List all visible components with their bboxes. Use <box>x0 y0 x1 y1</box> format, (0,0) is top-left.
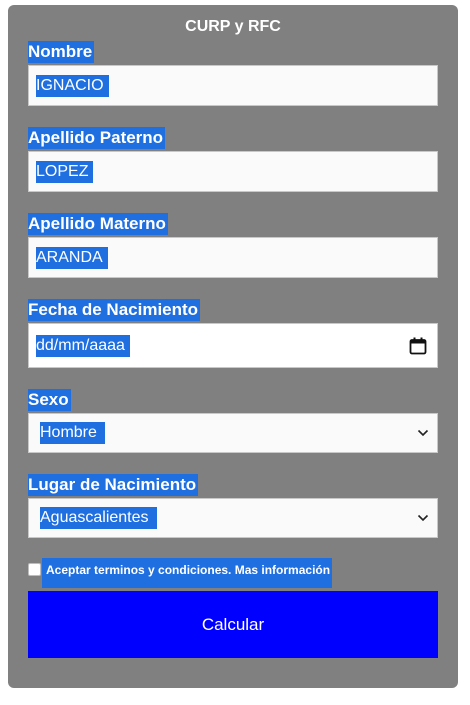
lugar-nacimiento-selected-value: Aguascalientes <box>40 507 157 529</box>
chevron-down-icon <box>417 514 429 522</box>
calcular-button[interactable]: Calcular <box>28 591 438 658</box>
sexo-selected-value: Hombre <box>40 422 105 444</box>
apellido-paterno-value: LOPEZ <box>36 160 94 183</box>
sexo-label: Sexo <box>28 389 71 411</box>
sexo-select[interactable]: Hombre <box>28 413 438 453</box>
terms-row: Aceptar terminos y condiciones. Mas info… <box>28 558 333 588</box>
apellido-materno-label: Apellido Materno <box>28 213 168 235</box>
terms-label[interactable]: Aceptar terminos y condiciones. Mas info… <box>42 558 333 588</box>
terms-checkbox[interactable] <box>28 563 41 576</box>
fecha-nacimiento-label: Fecha de Nacimiento <box>28 299 201 321</box>
lugar-nacimiento-label: Lugar de Nacimiento <box>28 474 199 496</box>
nombre-field[interactable]: IGNACIO <box>28 65 438 106</box>
fecha-nacimiento-placeholder: dd/mm/aaaa <box>36 334 130 357</box>
fecha-nacimiento-field[interactable]: dd/mm/aaaa <box>28 323 438 368</box>
form-title: CURP y RFC <box>185 18 281 35</box>
nombre-value: IGNACIO <box>36 74 109 97</box>
apellido-paterno-field[interactable]: LOPEZ <box>28 151 438 192</box>
chevron-down-icon <box>417 429 429 437</box>
calendar-icon[interactable] <box>409 337 427 355</box>
lugar-nacimiento-select[interactable]: Aguascalientes <box>28 498 438 538</box>
apellido-materno-value: ARANDA <box>36 246 108 269</box>
nombre-label: Nombre <box>28 41 95 63</box>
apellido-paterno-label: Apellido Paterno <box>28 127 166 149</box>
apellido-materno-field[interactable]: ARANDA <box>28 237 438 278</box>
